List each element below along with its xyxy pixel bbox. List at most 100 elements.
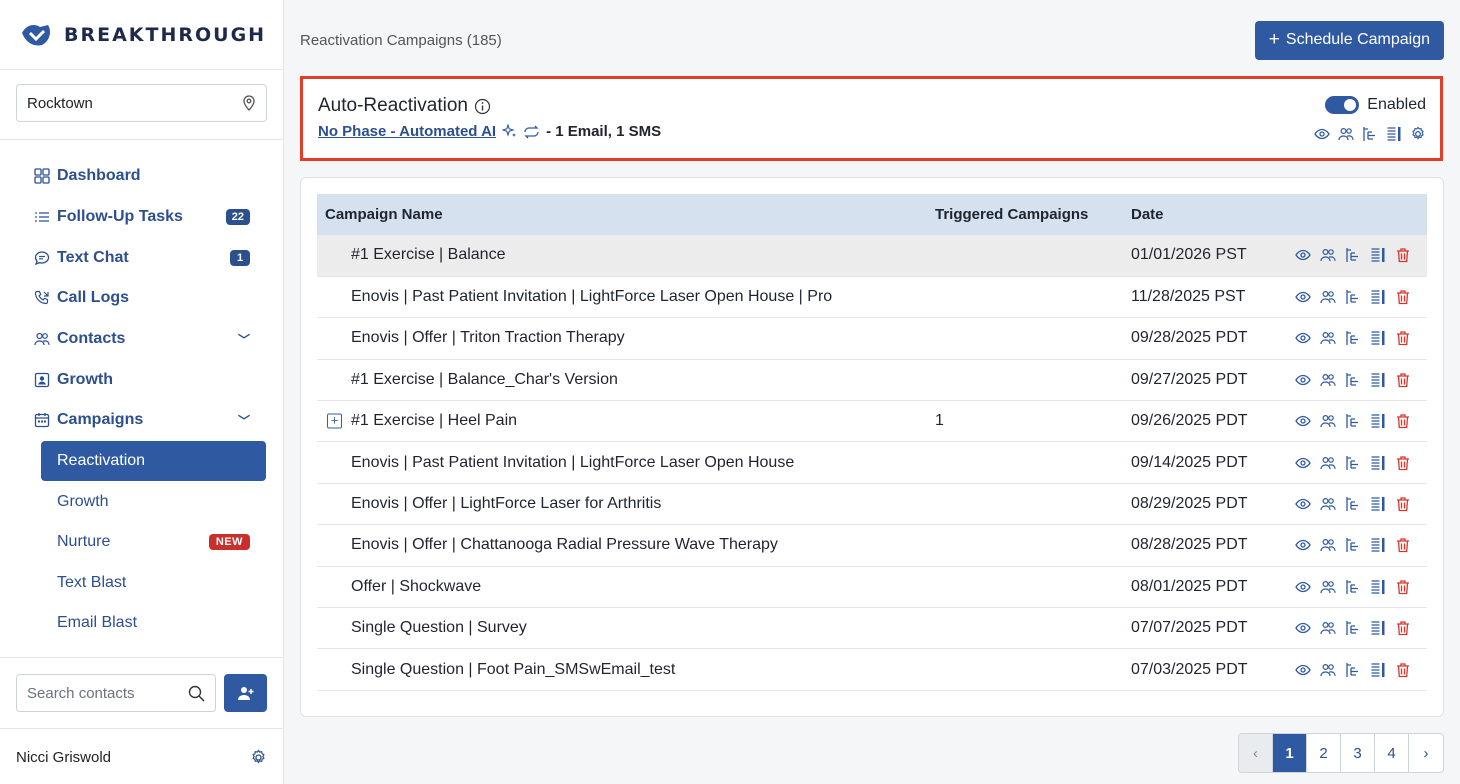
trash-icon[interactable]	[1395, 496, 1411, 512]
gear-icon[interactable]	[1410, 126, 1426, 142]
info-icon[interactable]	[474, 98, 491, 115]
sub-item-email-blast[interactable]: Email Blast	[41, 603, 266, 644]
tree-icon[interactable]	[1345, 537, 1361, 553]
eye-icon[interactable]	[1295, 413, 1311, 429]
trash-icon[interactable]	[1395, 579, 1411, 595]
users-icon[interactable]	[1320, 537, 1336, 553]
report-icon[interactable]	[1370, 537, 1386, 553]
eye-icon[interactable]	[1295, 289, 1311, 305]
report-icon[interactable]	[1370, 289, 1386, 305]
trash-icon[interactable]	[1395, 537, 1411, 553]
col-campaign-name[interactable]: Campaign Name	[317, 194, 927, 235]
report-icon[interactable]	[1370, 330, 1386, 346]
eye-icon[interactable]	[1295, 372, 1311, 388]
chevron-down-icon[interactable]: ﹀	[238, 331, 250, 348]
trash-icon[interactable]	[1395, 372, 1411, 388]
location-select[interactable]: Rocktown	[16, 84, 267, 122]
tree-icon[interactable]	[1345, 662, 1361, 678]
chevron-down-icon[interactable]: ﹀	[238, 412, 250, 429]
search-icon[interactable]	[188, 685, 205, 702]
expand-row-icon[interactable]: +	[327, 413, 342, 429]
search-input[interactable]	[27, 684, 177, 702]
users-icon[interactable]	[1320, 413, 1336, 429]
users-icon[interactable]	[1320, 662, 1336, 678]
auto-reactivation-toggle[interactable]	[1325, 96, 1360, 114]
sub-item-nurture[interactable]: Nurture NEW	[41, 522, 266, 563]
report-icon[interactable]	[1370, 413, 1386, 429]
nav-item-dashboard[interactable]: Dashboard	[0, 156, 283, 197]
eye-icon[interactable]	[1314, 126, 1330, 142]
users-icon[interactable]	[1320, 330, 1336, 346]
report-icon[interactable]	[1370, 372, 1386, 388]
trash-icon[interactable]	[1395, 289, 1411, 305]
table-row[interactable]: Single Question | Survey 07/07/2025 PDT	[317, 608, 1427, 649]
sub-item-growth[interactable]: Growth	[41, 481, 266, 522]
report-icon[interactable]	[1370, 579, 1386, 595]
table-row[interactable]: Enovis | Past Patient Invitation | Light…	[317, 276, 1427, 318]
trash-icon[interactable]	[1395, 455, 1411, 471]
nav-item-call-logs[interactable]: Call Logs	[0, 278, 283, 319]
eye-icon[interactable]	[1295, 662, 1311, 678]
trash-icon[interactable]	[1395, 662, 1411, 678]
tree-icon[interactable]	[1345, 289, 1361, 305]
trash-icon[interactable]	[1395, 413, 1411, 429]
page-button[interactable]: 1	[1273, 734, 1307, 772]
tree-icon[interactable]	[1362, 126, 1378, 142]
eye-icon[interactable]	[1295, 330, 1311, 346]
col-triggered-campaigns[interactable]: Triggered Campaigns	[927, 194, 1123, 235]
brand[interactable]: BREAKTHROUGH	[0, 0, 283, 70]
users-icon[interactable]	[1320, 496, 1336, 512]
users-icon[interactable]	[1320, 620, 1336, 636]
prev-page-button[interactable]: ‹	[1239, 734, 1273, 772]
eye-icon[interactable]	[1295, 247, 1311, 263]
nav-item-contacts[interactable]: Contacts ﹀	[0, 319, 283, 360]
page-button[interactable]: 2	[1307, 734, 1341, 772]
users-icon[interactable]	[1320, 289, 1336, 305]
nav-item-campaigns[interactable]: Campaigns ﹀	[0, 400, 283, 441]
tree-icon[interactable]	[1345, 620, 1361, 636]
table-row[interactable]: + #1 Exercise | Heel Pain 1 09/26/2025 PDT	[317, 401, 1427, 442]
nav-item-growth[interactable]: Growth	[0, 359, 283, 400]
sub-item-text-blast[interactable]: Text Blast	[41, 562, 266, 603]
eye-icon[interactable]	[1295, 496, 1311, 512]
table-row[interactable]: Offer | Shockwave 08/01/2025 PDT	[317, 566, 1427, 608]
table-row[interactable]: Enovis | Offer | LightForce Laser for Ar…	[317, 483, 1427, 525]
report-icon[interactable]	[1370, 496, 1386, 512]
users-icon[interactable]	[1320, 579, 1336, 595]
users-icon[interactable]	[1338, 126, 1354, 142]
nav-item-follow-up-tasks[interactable]: Follow-Up Tasks 22	[0, 197, 283, 238]
report-icon[interactable]	[1370, 620, 1386, 636]
tree-icon[interactable]	[1345, 496, 1361, 512]
users-icon[interactable]	[1320, 247, 1336, 263]
nav-item-text-chat[interactable]: Text Chat 1	[0, 237, 283, 278]
users-icon[interactable]	[1320, 455, 1336, 471]
auto-phase-link[interactable]: No Phase - Automated AI	[318, 123, 496, 140]
col-date[interactable]: Date	[1123, 194, 1287, 235]
add-contact-button[interactable]	[224, 674, 267, 712]
report-icon[interactable]	[1370, 247, 1386, 263]
schedule-campaign-button[interactable]: + Schedule Campaign	[1254, 20, 1444, 60]
report-icon[interactable]	[1370, 662, 1386, 678]
page-button[interactable]: 3	[1341, 734, 1375, 772]
eye-icon[interactable]	[1295, 455, 1311, 471]
trash-icon[interactable]	[1395, 247, 1411, 263]
tree-icon[interactable]	[1345, 330, 1361, 346]
table-row[interactable]: Single Question | Foot Pain_SMSwEmail_te…	[317, 649, 1427, 691]
page-button[interactable]: 4	[1375, 734, 1409, 772]
users-icon[interactable]	[1320, 372, 1336, 388]
table-row[interactable]: Enovis | Past Patient Invitation | Light…	[317, 442, 1427, 484]
tree-icon[interactable]	[1345, 372, 1361, 388]
report-icon[interactable]	[1370, 455, 1386, 471]
eye-icon[interactable]	[1295, 537, 1311, 553]
eye-icon[interactable]	[1295, 620, 1311, 636]
trash-icon[interactable]	[1395, 330, 1411, 346]
tree-icon[interactable]	[1345, 579, 1361, 595]
eye-icon[interactable]	[1295, 579, 1311, 595]
report-icon[interactable]	[1386, 126, 1402, 142]
table-row[interactable]: Enovis | Offer | Chattanooga Radial Pres…	[317, 525, 1427, 567]
table-row[interactable]: #1 Exercise | Balance 01/01/2026 PST	[317, 235, 1427, 277]
table-row[interactable]: #1 Exercise | Balance_Char's Version 09/2…	[317, 359, 1427, 401]
tree-icon[interactable]	[1345, 455, 1361, 471]
sub-item-reactivation[interactable]: Reactivation	[41, 440, 266, 482]
trash-icon[interactable]	[1395, 620, 1411, 636]
